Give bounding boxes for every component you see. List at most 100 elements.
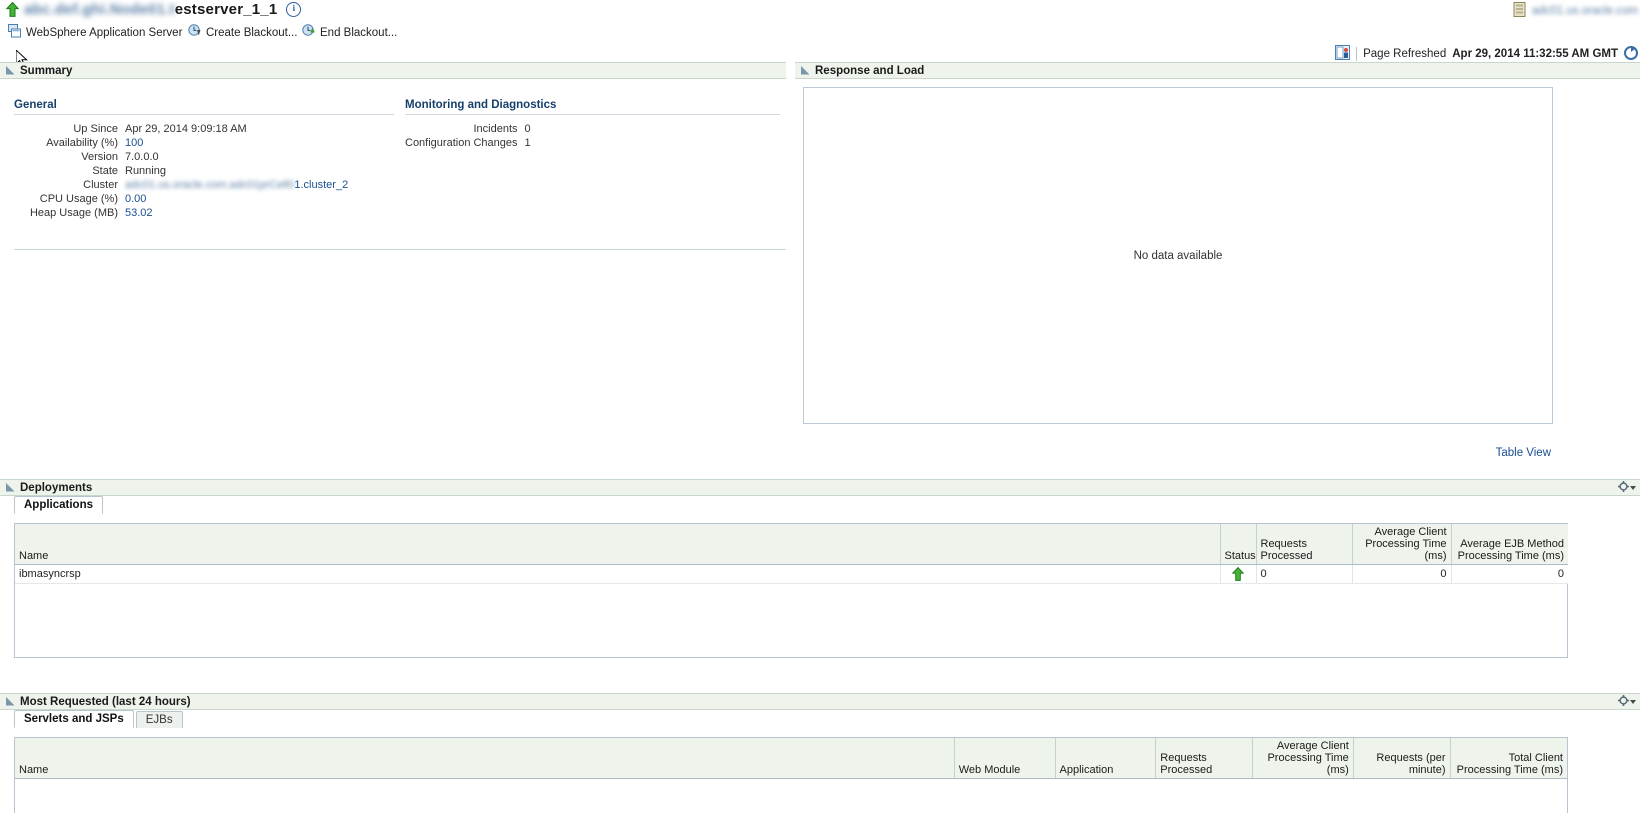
disclosure-triangle-icon[interactable] <box>6 66 15 75</box>
deployments-header: Deployments <box>0 479 1640 496</box>
property-value: 0 <box>524 123 531 135</box>
page-title-visible: estserver_1_1 <box>174 1 278 18</box>
cell-requests-processed: 0 <box>1256 564 1353 584</box>
information-icon[interactable]: i <box>286 2 302 17</box>
column-header-status[interactable]: Status <box>1220 524 1257 565</box>
property-row: Heap Usage (MB) 53.02 <box>14 206 348 220</box>
page-root: abc.def.ghi.Node01.testserver_1_1 i adc0… <box>0 0 1640 813</box>
disclosure-triangle-icon[interactable] <box>801 66 810 75</box>
cell-avg-client-time: 0 <box>1352 564 1452 584</box>
column-header-name[interactable]: Name <box>15 524 1221 565</box>
title-bar: abc.def.ghi.Node01.testserver_1_1 i adc0… <box>0 0 1640 22</box>
most-requested-header: Most Requested (last 24 hours) <box>0 693 1640 710</box>
page-title-redacted: abc.def.ghi.Node01.t <box>24 1 175 18</box>
end-blackout-label: End Blackout... <box>320 26 398 39</box>
property-row: State Running <box>14 164 348 178</box>
deployments-table-frame: Name Status Requests Processed Average C… <box>14 523 1568 658</box>
tab-servlets-and-jsps[interactable]: Servlets and JSPs <box>14 710 134 728</box>
table-view-row: Table View <box>803 447 1551 459</box>
tab-applications[interactable]: Applications <box>14 496 104 514</box>
most-requested-settings-button[interactable] <box>1618 694 1636 709</box>
response-and-load-title: Response and Load <box>815 64 925 77</box>
cpu-usage-link[interactable]: 0.00 <box>125 193 146 205</box>
property-row: Up Since Apr 29, 2014 9:09:18 AM <box>14 122 348 136</box>
column-header-requests-per-minute[interactable]: Requests (per minute) <box>1353 738 1451 779</box>
deployments-title: Deployments <box>20 481 93 494</box>
column-header-avg-ejb-time[interactable]: Average EJB Method Processing Time (ms) <box>1451 524 1568 565</box>
host-name-redacted: adc01.us.oracle.com <box>1531 5 1638 17</box>
chevron-down-icon <box>1630 699 1636 704</box>
chart-empty-message: No data available <box>1133 249 1223 262</box>
cluster-link[interactable]: adc01.us.oracle.com.adc01prCell01.cluste… <box>125 179 348 191</box>
cluster-suffix: 1.cluster_2 <box>294 179 349 191</box>
column-header-web-module[interactable]: Web Module <box>954 738 1056 779</box>
column-header-avg-client-time[interactable]: Average Client Processing Time (ms) <box>1352 524 1452 565</box>
property-row: Configuration Changes 1 <box>405 136 531 150</box>
availability-link[interactable]: 100 <box>125 137 143 149</box>
tab-ejbs[interactable]: EJBs <box>135 711 183 728</box>
column-header-requests-processed[interactable]: Requests Processed <box>1256 524 1353 565</box>
green-up-arrow-icon <box>6 2 19 17</box>
heap-usage-link[interactable]: 53.02 <box>125 207 153 219</box>
page-refreshed-label: Page Refreshed <box>1363 48 1447 60</box>
page-refreshed-value: Apr 29, 2014 11:32:55 AM GMT <box>1452 48 1618 60</box>
cluster-redacted-prefix: adc01.us.oracle.com.adc01prCell0 <box>125 179 295 191</box>
summary-bottom-rule <box>14 249 786 250</box>
monitoring-heading: Monitoring and Diagnostics <box>405 99 780 115</box>
column-header-requests-processed[interactable]: Requests Processed <box>1155 738 1254 779</box>
deployments-panel: Deployments Applications Name Status Req… <box>0 479 1640 658</box>
property-label: CPU Usage (%) <box>39 193 118 205</box>
property-row: CPU Usage (%) 0.00 <box>14 192 348 206</box>
property-row: Version 7.0.0.0 <box>14 150 348 164</box>
action-toolbar: WebSphere Application Server Create Blac… <box>0 22 1640 61</box>
deployments-settings-button[interactable] <box>1618 480 1636 495</box>
websphere-server-menu[interactable]: WebSphere Application Server <box>8 24 198 41</box>
property-label: Up Since <box>73 123 118 135</box>
create-blackout-icon <box>188 24 202 41</box>
cell-name: ibmasyncrsp <box>15 564 1221 584</box>
most-requested-title: Most Requested (last 24 hours) <box>20 695 191 708</box>
monitoring-column: Monitoring and Diagnostics Incidents 0 C… <box>405 99 780 150</box>
title-left-group: abc.def.ghi.Node01.testserver_1_1 i <box>6 1 302 18</box>
disclosure-triangle-icon[interactable] <box>6 483 15 492</box>
table-header-row: Name Status Requests Processed Average C… <box>15 524 1568 565</box>
column-header-avg-client-time[interactable]: Average Client Processing Time (ms) <box>1252 738 1354 779</box>
chevron-down-icon <box>1630 485 1636 490</box>
property-label: State <box>92 165 118 177</box>
end-blackout-icon <box>302 24 316 41</box>
response-load-chart: No data available <box>803 87 1553 424</box>
refresh-icon[interactable] <box>1624 45 1638 63</box>
property-row: Incidents 0 <box>405 122 531 136</box>
green-up-arrow-icon <box>1231 566 1245 581</box>
divider <box>1356 47 1358 61</box>
table-row[interactable]: ibmasyncrsp 0 0 0 <box>15 564 1568 584</box>
table-header-row: Name Web Module Application Requests Pro… <box>15 738 1567 779</box>
column-header-total-client-time[interactable]: Total Client Processing Time (ms) <box>1450 738 1567 779</box>
property-label: Incidents <box>473 123 518 135</box>
property-label: Version <box>81 151 118 163</box>
title-right-group: adc01.us.oracle.com <box>1513 2 1638 20</box>
property-row: Availability (%) 100 <box>14 136 348 150</box>
most-requested-panel: Most Requested (last 24 hours) Servlets … <box>0 693 1640 813</box>
gear-icon <box>1618 480 1629 495</box>
general-column: General Up Since Apr 29, 2014 9:09:18 AM… <box>14 99 394 220</box>
property-label: Configuration Changes <box>405 137 518 149</box>
page-refresh-icon <box>1335 45 1351 63</box>
end-blackout-button[interactable]: End Blackout... <box>302 24 397 41</box>
general-properties: Up Since Apr 29, 2014 9:09:18 AM Availab… <box>14 122 348 220</box>
property-value: Apr 29, 2014 9:09:18 AM <box>125 123 247 135</box>
most-requested-table-container: Name Web Module Application Requests Pro… <box>14 737 1568 813</box>
column-header-application[interactable]: Application <box>1055 738 1157 779</box>
summary-title: Summary <box>20 64 73 77</box>
deployments-tabs: Applications <box>0 496 1640 514</box>
gear-icon <box>1618 694 1629 709</box>
page-refresh-group: Page Refreshed Apr 29, 2014 11:32:55 AM … <box>1335 45 1638 63</box>
disclosure-triangle-icon[interactable] <box>6 697 15 706</box>
create-blackout-label: Create Blackout... <box>206 26 298 39</box>
column-header-name[interactable]: Name <box>15 738 955 779</box>
create-blackout-button[interactable]: Create Blackout... <box>188 24 297 41</box>
monitoring-properties: Incidents 0 Configuration Changes 1 <box>405 122 531 150</box>
table-view-link[interactable]: Table View <box>1496 447 1551 459</box>
property-row: Cluster adc01.us.oracle.com.adc01prCell0… <box>14 178 348 192</box>
server-icon <box>1513 2 1526 20</box>
